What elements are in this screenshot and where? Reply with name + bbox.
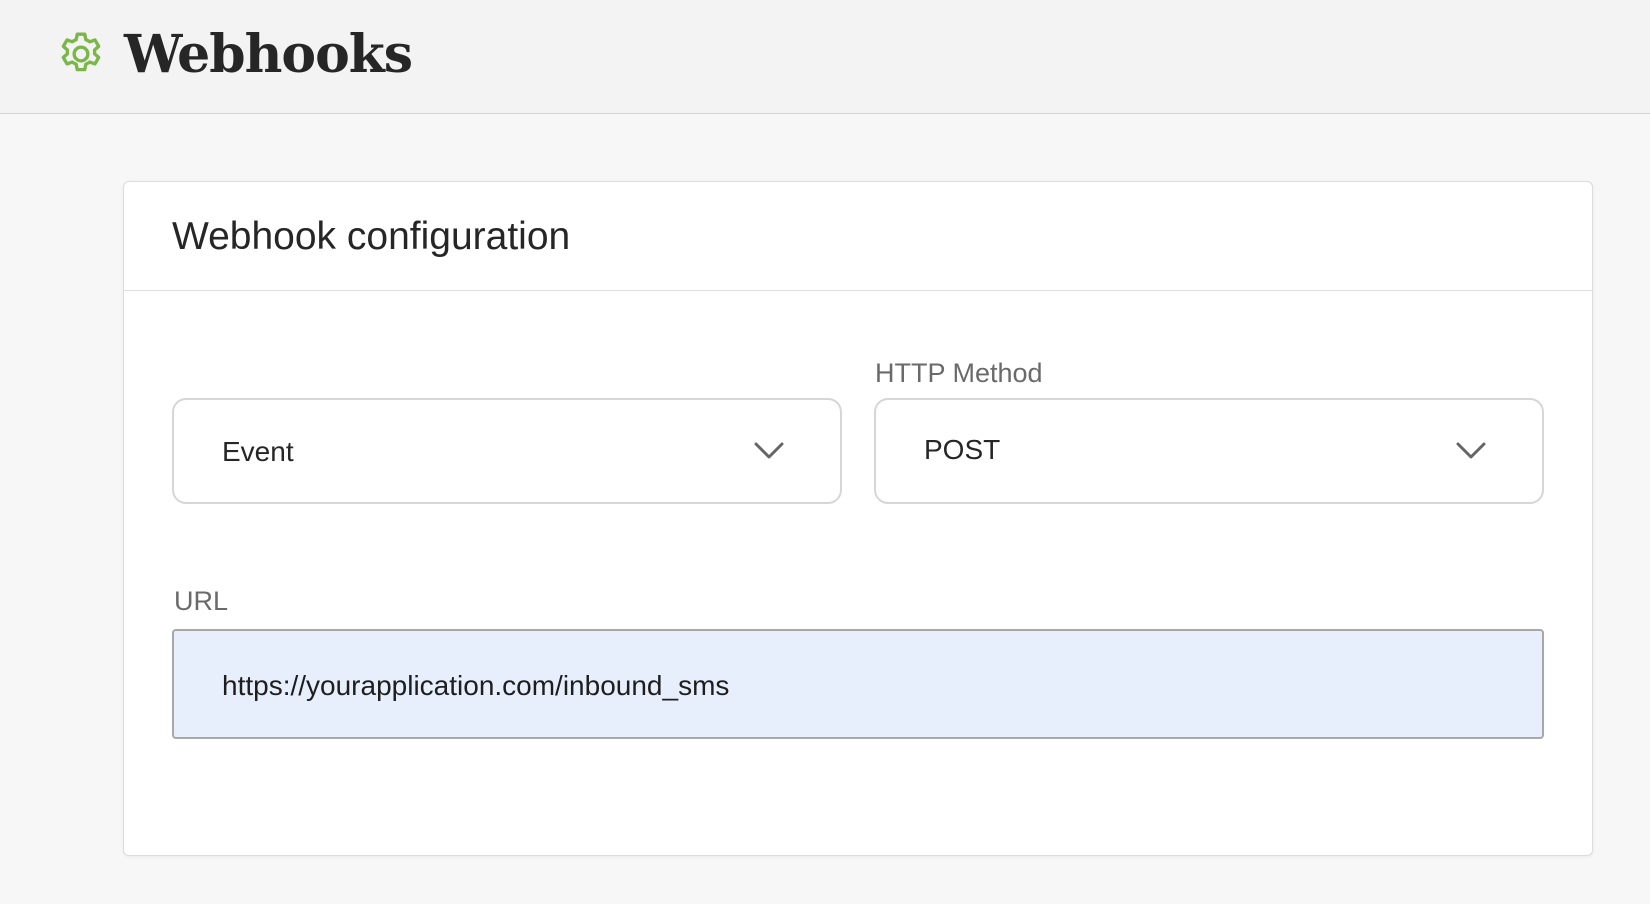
card-title: Webhook configuration — [172, 215, 571, 258]
event-select[interactable]: Event — [172, 398, 842, 504]
page-title: Webhooks — [124, 24, 413, 85]
http-method-value: POST — [924, 434, 1001, 465]
http-method-label: HTTP Method — [875, 358, 1043, 388]
url-input-value: https://yourapplication.com/inbound_sms — [222, 670, 730, 701]
chevron-down-icon — [754, 442, 784, 459]
page-header: Webhooks — [0, 0, 1650, 114]
url-label: URL — [174, 586, 229, 616]
event-select-value: Event — [222, 436, 294, 467]
webhook-configuration-card: Webhook configuration Event HTTP Method … — [123, 181, 1593, 856]
gear-icon — [61, 32, 101, 72]
card-header: Webhook configuration — [124, 182, 1592, 291]
chevron-down-icon — [1456, 442, 1486, 459]
http-method-select[interactable]: POST — [874, 398, 1544, 504]
url-input[interactable]: https://yourapplication.com/inbound_sms — [172, 629, 1544, 739]
